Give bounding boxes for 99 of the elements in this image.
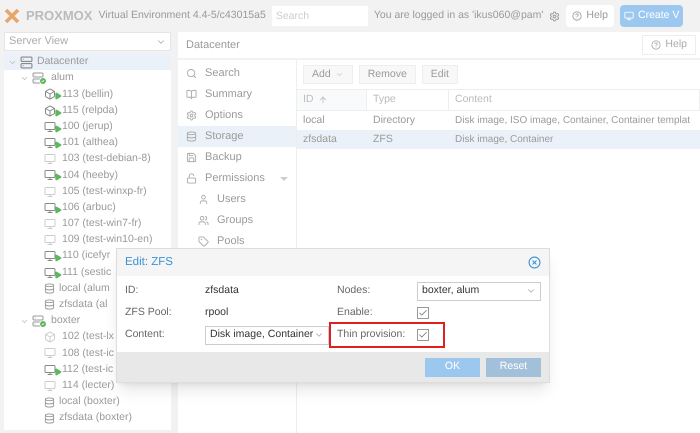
- table-row[interactable]: local Directory Disk image, ISO image, Container, Container templat: [297, 111, 700, 130]
- cube-icon: [44, 331, 58, 344]
- column-header[interactable]: Content: [449, 90, 700, 110]
- nav-item[interactable]: Pools: [178, 231, 296, 252]
- table-cell-text: local: [302, 112, 326, 128]
- toolbar-button[interactable]: Add: [303, 65, 353, 84]
- nav-item[interactable]: Options: [178, 105, 296, 126]
- tree-item[interactable]: 102 (test-lx: [62, 329, 114, 346]
- tree-item[interactable]: 110 (icefyr: [62, 248, 110, 264]
- monitor-icon: [44, 380, 58, 392]
- help-icon: [572, 11, 582, 21]
- select-field[interactable]: boxter, alum: [417, 282, 541, 300]
- toolbar-button[interactable]: Edit: [422, 65, 458, 84]
- logo-icon: [4, 8, 20, 24]
- create-vm-button[interactable]: Create V: [620, 5, 684, 27]
- tree-item[interactable]: 103 (test-debian-8): [62, 151, 151, 168]
- monitor-icon: [44, 218, 58, 230]
- caret-icon: [334, 70, 344, 79]
- help-button[interactable]: Help: [642, 35, 696, 55]
- field-label: ID:: [125, 283, 140, 298]
- monitor-icon: [44, 347, 58, 360]
- checkbox[interactable]: [417, 329, 429, 341]
- toolbar-button[interactable]: Remove: [358, 65, 416, 84]
- nav-item[interactable]: Summary: [178, 84, 296, 105]
- dialog-title: Edit: ZFS: [125, 254, 173, 270]
- settings-icon: [186, 110, 197, 121]
- tree-item[interactable]: alum: [51, 70, 74, 86]
- field-value: zfsdata: [205, 283, 239, 298]
- close-icon[interactable]: [528, 256, 541, 269]
- users-icon: [198, 215, 209, 226]
- table-row[interactable]: zfsdata ZFS Disk image, Container: [297, 130, 700, 149]
- tree-item[interactable]: 115 (relpda): [62, 102, 118, 119]
- tree-item[interactable]: 100 (jerup): [62, 118, 113, 135]
- tree-item[interactable]: local (boxter): [59, 394, 120, 410]
- field-label: ZFS Pool:: [125, 305, 173, 320]
- table-cell-text: zfsdata: [302, 132, 338, 147]
- monitor-icon: [44, 186, 58, 198]
- nav-item[interactable]: Search: [178, 63, 296, 84]
- monitor-icon: [44, 153, 58, 166]
- login-text: You are logged in as 'ikus060@pam': [374, 8, 544, 24]
- settings-icon[interactable]: [549, 10, 560, 22]
- nav-item[interactable]: Backup: [178, 147, 296, 168]
- tree-item[interactable]: 104 (heeby): [62, 168, 118, 184]
- field-value: rpool: [205, 305, 228, 320]
- table-cell-text: ZFS: [372, 132, 394, 147]
- database-icon: [186, 131, 197, 142]
- tree-item[interactable]: 101 (althea): [62, 135, 118, 151]
- server-icon: [20, 56, 33, 69]
- tree-item[interactable]: local (alum: [59, 280, 110, 297]
- checkbox[interactable]: [417, 307, 429, 319]
- view-select[interactable]: Server View: [4, 32, 171, 51]
- database-icon: [44, 396, 55, 408]
- tree-item[interactable]: 113 (bellin): [62, 86, 114, 102]
- tree-item[interactable]: 109 (test-win10-en): [62, 232, 152, 248]
- field-label: Nodes:: [337, 283, 372, 298]
- tree-item[interactable]: 112 (test-ic: [62, 362, 114, 378]
- help-icon: [651, 40, 662, 50]
- tree-item[interactable]: boxter: [51, 313, 80, 329]
- nav-item[interactable]: Permissions: [178, 168, 296, 189]
- tag-icon: [198, 236, 209, 247]
- server-check-icon: [32, 314, 47, 328]
- field-label: Enable:: [337, 305, 374, 320]
- tree-item[interactable]: zfsdata (al: [59, 297, 108, 313]
- database-icon: [44, 412, 55, 424]
- user-icon: [198, 194, 209, 205]
- table-cell-text: Disk image, ISO image, Container, Container templat: [454, 114, 692, 128]
- triangle-icon[interactable]: [280, 176, 288, 180]
- help-button[interactable]: Help: [566, 5, 614, 27]
- nav-item[interactable]: Storage: [178, 126, 296, 147]
- field-label: Content:: [125, 327, 166, 342]
- monitor-icon: [44, 234, 58, 246]
- tree-item[interactable]: 106 (arbuc): [62, 200, 116, 216]
- select-field[interactable]: Disk image, Container: [205, 326, 329, 344]
- tree-item[interactable]: 108 (test-ic: [62, 346, 114, 362]
- column-header[interactable]: ID: [297, 90, 367, 110]
- field-label: Thin provision:: [337, 327, 406, 342]
- tree-item[interactable]: 105 (test-winxp-fr): [62, 184, 147, 200]
- dialog-button[interactable]: Reset: [486, 358, 541, 376]
- floppy-icon: [186, 152, 197, 163]
- column-header[interactable]: Type: [367, 90, 449, 110]
- dialog-button[interactable]: OK: [425, 358, 480, 376]
- padlock-icon: [186, 173, 197, 184]
- database-icon: [44, 299, 55, 310]
- search-icon: [186, 68, 197, 79]
- server-check-icon: [32, 72, 47, 85]
- tree-item[interactable]: 107 (test-win7-fr): [62, 216, 142, 232]
- table-cell-text: Disk image, Container: [454, 133, 554, 147]
- book-icon: [186, 89, 197, 100]
- sort-arrow-icon: [318, 95, 328, 105]
- nav-item[interactable]: Groups: [178, 210, 296, 231]
- nav-item[interactable]: Users: [178, 189, 296, 210]
- tree-item[interactable]: 114 (lecter): [62, 378, 114, 394]
- database-icon: [44, 283, 55, 294]
- tree-item[interactable]: zfsdata (boxter): [59, 410, 132, 426]
- monitor-icon: [624, 11, 634, 21]
- table-cell-text: Directory: [372, 112, 416, 128]
- tree-item[interactable]: 111 (sestic: [62, 264, 112, 280]
- version-text: Virtual Environment 4.4-5/c43015a5: [98, 8, 266, 24]
- panel-title: Datacenter: [186, 38, 240, 53]
